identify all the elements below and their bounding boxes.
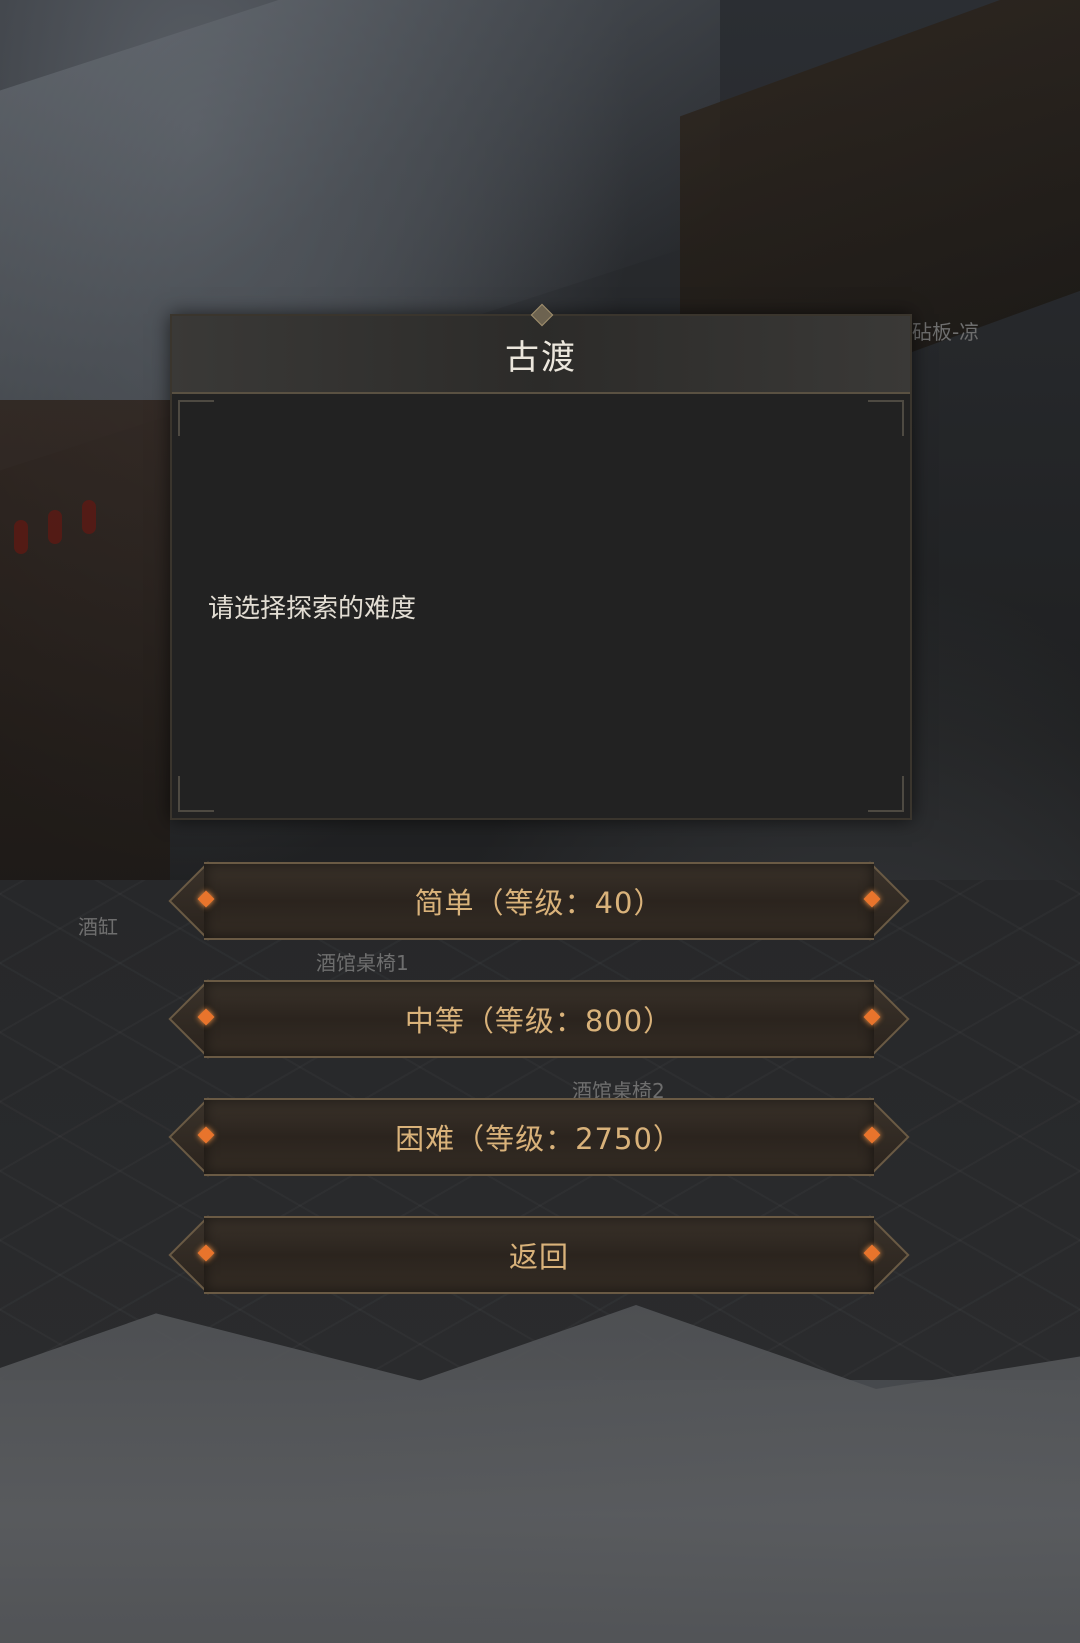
- dialog-message: 请选择探索的难度: [208, 594, 417, 624]
- hard-difficulty-label: 困难（等级：2750）: [395, 1122, 683, 1156]
- world-label-tavern-table-1[interactable]: 酒馆桌椅1: [316, 947, 409, 976]
- lantern-icon: [48, 510, 62, 544]
- diamond-ornament-icon: [530, 303, 554, 327]
- lantern-icon: [82, 500, 96, 534]
- corner-ornament-icon: [178, 776, 214, 812]
- dialog-header: 古渡: [172, 303, 910, 394]
- corner-ornament-icon: [178, 400, 214, 436]
- world-label-wine-jar[interactable]: 酒缸: [78, 911, 118, 940]
- back-button[interactable]: 返回: [168, 1215, 910, 1295]
- lantern-icon: [14, 520, 28, 554]
- easy-difficulty-label: 简单（等级：40）: [414, 886, 664, 920]
- back-label: 返回: [508, 1240, 569, 1274]
- hard-difficulty-button[interactable]: 困难（等级：2750）: [168, 1097, 910, 1177]
- medium-difficulty-button[interactable]: 中等（等级：800）: [168, 979, 910, 1059]
- corner-ornament-icon: [868, 400, 904, 436]
- corner-ornament-icon: [868, 776, 904, 812]
- exploration-dialog: 古渡 请选择探索的难度: [170, 303, 912, 820]
- medium-difficulty-label: 中等（等级：800）: [404, 1004, 674, 1038]
- easy-difficulty-button[interactable]: 简单（等级：40）: [168, 861, 910, 941]
- game-scene-background: 砧板-凉 酒缸 酒馆桌椅1 酒馆桌椅2 古渡 请选择探索的难度 简单（等级：40…: [0, 0, 1080, 1643]
- tavern-wall: [0, 400, 170, 880]
- world-label-chopping-board[interactable]: 砧板-凉: [912, 316, 979, 345]
- dialog-title: 古渡: [505, 337, 577, 378]
